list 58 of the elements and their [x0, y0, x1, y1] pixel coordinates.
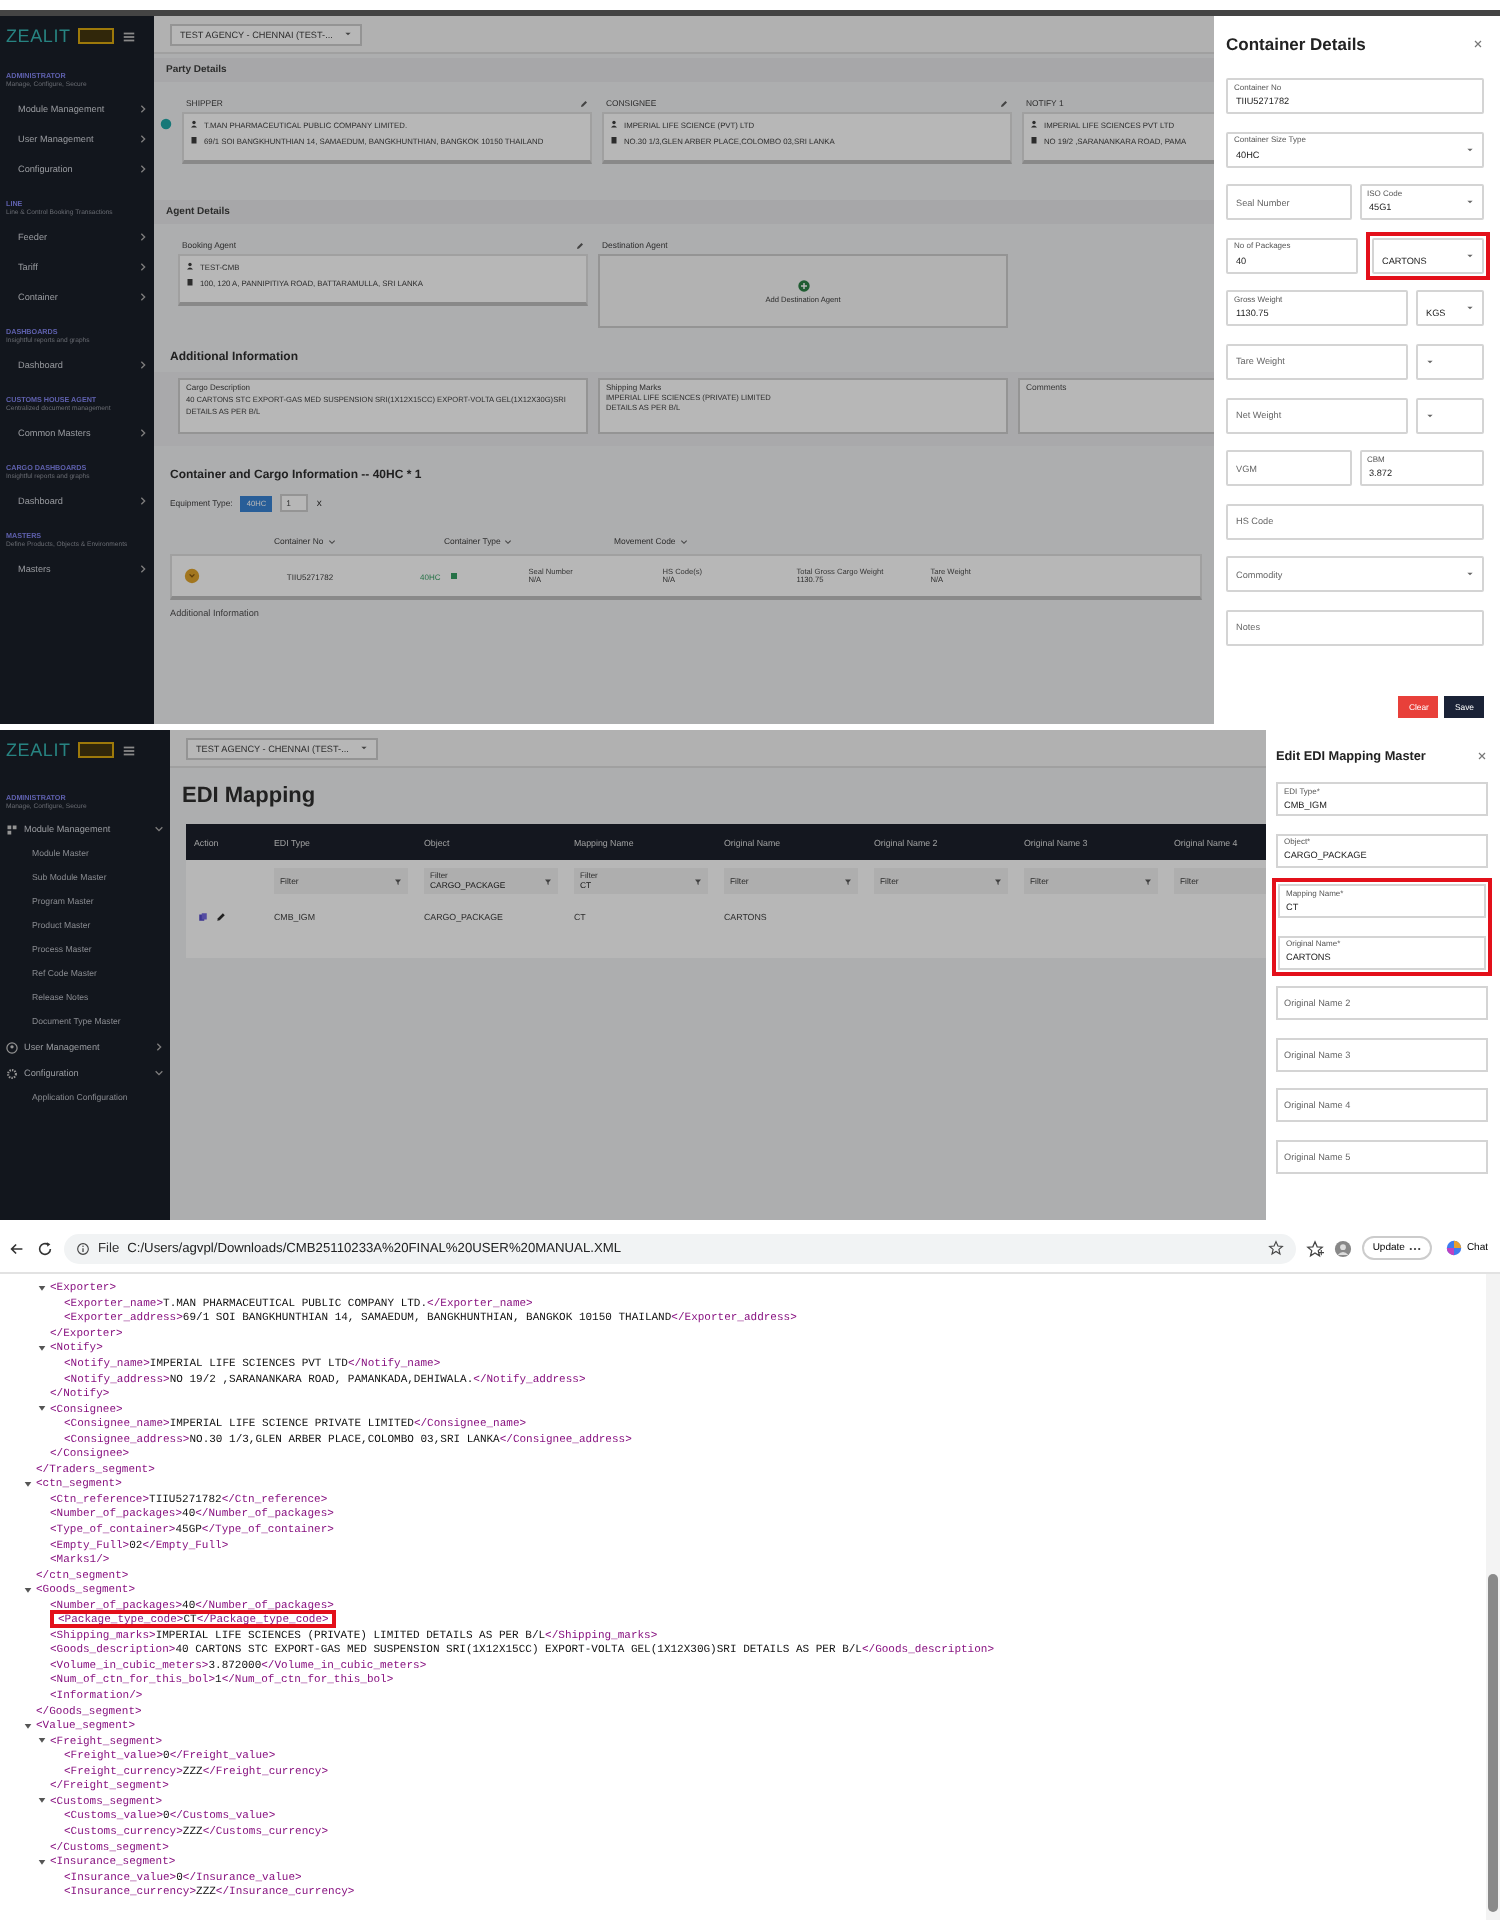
pencil-icon[interactable]	[216, 911, 226, 921]
collapse-triangle-icon[interactable]	[24, 1721, 32, 1730]
document-icon[interactable]	[450, 572, 459, 580]
menu-icon[interactable]	[122, 743, 137, 757]
pencil-icon[interactable]	[576, 241, 584, 249]
collapse-triangle-icon[interactable]	[24, 1479, 32, 1488]
logo: ZEALIT	[6, 26, 71, 46]
filter-icon	[994, 877, 1002, 885]
user-icon	[6, 1041, 18, 1053]
chat-logo-icon	[1446, 1240, 1463, 1256]
star-icon[interactable]	[1268, 1240, 1285, 1256]
pencil-icon[interactable]	[1000, 99, 1008, 107]
sort-icon	[504, 537, 513, 546]
circle-icon	[160, 118, 172, 130]
scrollbar[interactable]	[1486, 1274, 1500, 1920]
filter-icon	[1144, 877, 1152, 885]
collapse-triangle-icon[interactable]	[38, 1343, 46, 1352]
page-title: EDI Mapping	[180, 782, 318, 812]
plus-icon	[797, 279, 809, 291]
person-icon	[610, 120, 618, 128]
close-icon[interactable]	[1472, 38, 1484, 50]
version-badge	[78, 28, 115, 44]
logo: ZEALIT	[6, 740, 71, 760]
filter-icon	[544, 877, 552, 885]
settings-icon	[6, 1067, 18, 1079]
info-icon	[76, 1241, 90, 1255]
filter-icon	[694, 877, 702, 885]
collapse-triangle-icon[interactable]	[38, 1796, 46, 1805]
pencil-icon[interactable]	[580, 99, 588, 107]
close-icon[interactable]	[1476, 750, 1488, 762]
modules-icon	[6, 823, 18, 835]
back-icon[interactable]	[8, 1239, 26, 1257]
favorites-icon[interactable]	[1306, 1239, 1325, 1257]
version-badge	[78, 742, 115, 758]
select-field[interactable]	[1416, 397, 1484, 434]
person-icon	[190, 120, 198, 128]
building-icon	[190, 136, 198, 145]
profile-avatar[interactable]	[1334, 1239, 1353, 1257]
select-field[interactable]	[1416, 343, 1484, 380]
collapse-triangle-icon[interactable]	[38, 1857, 46, 1866]
collapse-triangle-icon[interactable]	[24, 1585, 32, 1594]
sort-icon	[679, 537, 688, 546]
building-icon	[610, 136, 618, 145]
filter-icon	[394, 877, 402, 885]
collapse-triangle-icon[interactable]	[38, 1283, 46, 1292]
person-icon	[186, 262, 194, 270]
drawer-title: Container Details	[1226, 34, 1366, 54]
building-icon	[186, 278, 194, 287]
copy-icon[interactable]	[198, 911, 208, 921]
building-icon	[1030, 136, 1038, 145]
filter-icon	[844, 877, 852, 885]
expand-icon[interactable]	[184, 568, 200, 584]
sort-icon	[327, 537, 336, 546]
reload-icon[interactable]	[36, 1239, 54, 1257]
menu-icon[interactable]	[122, 29, 137, 43]
person-icon	[1030, 120, 1038, 128]
collapse-triangle-icon[interactable]	[38, 1404, 46, 1413]
collapse-triangle-icon[interactable]	[38, 1736, 46, 1745]
